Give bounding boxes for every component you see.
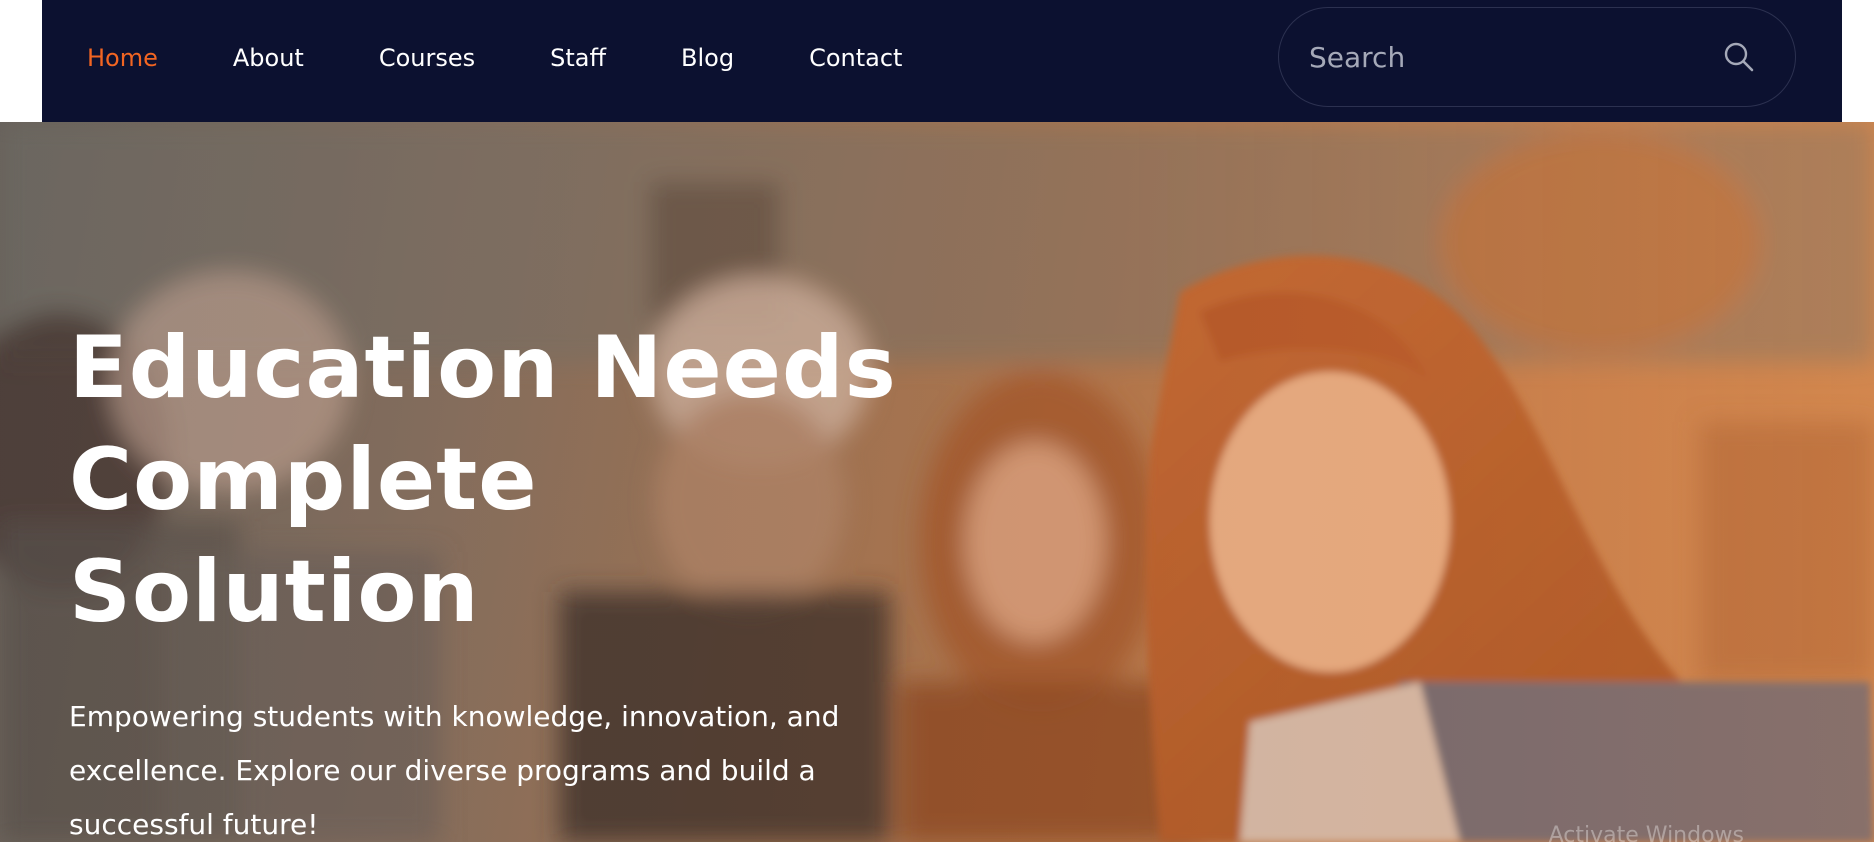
hero-subtitle: Empowering students with knowledge, inno… — [69, 700, 840, 841]
hero-section: Education Needs Complete Solution Empowe… — [0, 122, 1874, 842]
main-nav: Home About Courses Staff Blog Contact — [87, 0, 977, 116]
nav-link-blog[interactable]: Blog — [681, 44, 734, 72]
windows-activation-watermark: Activate Windows — [1548, 823, 1744, 842]
nav-link-about[interactable]: About — [233, 44, 304, 72]
search-icon[interactable] — [1719, 37, 1759, 77]
search-box — [1278, 7, 1796, 107]
top-navbar: Home About Courses Staff Blog Contact — [42, 0, 1842, 122]
nav-link-courses[interactable]: Courses — [379, 44, 475, 72]
hero-title: Education Needs Complete Solution — [69, 318, 897, 642]
nav-link-home[interactable]: Home — [87, 44, 158, 72]
nav-link-contact[interactable]: Contact — [809, 44, 902, 72]
nav-link-staff[interactable]: Staff — [550, 44, 606, 72]
page: Home About Courses Staff Blog Contact Se… — [0, 0, 1874, 842]
search-input[interactable] — [1279, 26, 1719, 88]
